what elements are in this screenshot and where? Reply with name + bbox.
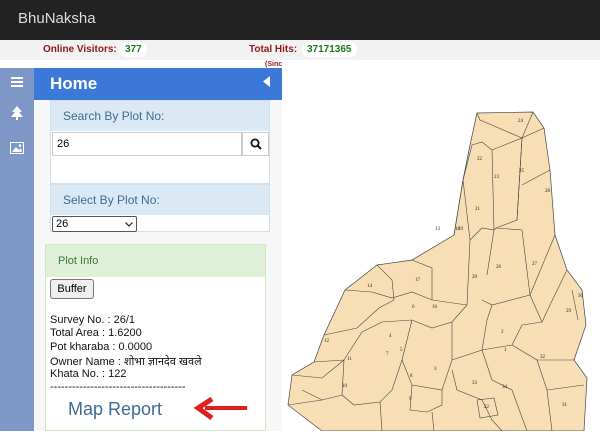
map-outline [287, 111, 588, 432]
plot-number-label[interactable]: 29 [566, 309, 572, 314]
plot-number-label[interactable]: 21 [475, 207, 481, 212]
plot-number-label[interactable]: 13 [435, 227, 441, 232]
pot-kharaba: Pot kharaba : 0.0000 [50, 341, 153, 353]
village-map-svg[interactable]: 2422232528211819202627131417166121178345… [282, 60, 600, 432]
buffer-button[interactable]: Buffer [50, 279, 94, 299]
online-visitors-label: Online Visitors: [43, 44, 117, 55]
plot-number-label[interactable]: 11 [347, 357, 352, 362]
plot-select-value: 26 [56, 218, 69, 230]
search-label: Search By Plot No: [51, 101, 269, 131]
total-area: Total Area : 1.6200 [50, 327, 142, 339]
plot-number-label[interactable]: 30 [578, 294, 584, 299]
select-label: Select By Plot No: [51, 185, 269, 215]
plot-number-label[interactable]: 31 [562, 403, 568, 408]
total-hits-count: 37171365 [302, 42, 357, 57]
tree-icon[interactable] [0, 104, 34, 126]
search-input[interactable]: 26 [52, 132, 242, 156]
online-visitors-count: 377 [120, 42, 147, 57]
plot-number-label[interactable]: 22 [477, 157, 483, 162]
plot-info-title: Plot Info [46, 245, 265, 277]
plot-number-label[interactable]: 24 [518, 119, 524, 124]
top-navbar: BhuNaksha [0, 0, 600, 40]
plot-number-label[interactable]: 32 [540, 355, 546, 360]
plot-number-label[interactable]: 25 [519, 169, 525, 174]
home-header: Home [34, 68, 282, 100]
plot-number-label[interactable]: 17 [415, 278, 421, 283]
search-button[interactable] [242, 132, 269, 156]
total-hits-label: Total Hits: [249, 44, 298, 55]
plot-number-label[interactable]: 26 [496, 265, 502, 270]
sidebar-rail [0, 68, 34, 431]
plot-number-label[interactable]: 10 [342, 384, 348, 389]
khata-number: Khata No. : 122 [50, 368, 127, 380]
chevron-down-icon [125, 217, 133, 231]
home-title[interactable]: Home [50, 74, 97, 94]
owner-name: Owner Name : शोभा ज्ञानदेव खवले [50, 356, 202, 368]
plot-number-label[interactable]: 27 [532, 262, 538, 267]
plot-number-label[interactable]: 14 [367, 284, 373, 289]
plot-number-label[interactable]: 20 [472, 275, 478, 280]
search-icon [250, 138, 262, 150]
map-report-link[interactable]: Map Report [68, 399, 162, 420]
plot-number-label[interactable]: 33 [472, 381, 478, 386]
image-icon[interactable] [0, 138, 34, 160]
red-arrow-icon [193, 397, 247, 421]
plot-number-label[interactable]: 12 [324, 339, 330, 344]
cadastral-map[interactable]: 24 22 23 25 28 21 18 19 20 26 27 13 14 17 16 6 12 11 7 8 3 4 5… [282, 60, 600, 432]
caret-left-icon[interactable] [263, 76, 270, 90]
menu-icon[interactable] [0, 72, 34, 94]
plot-number-label[interactable]: 22 [484, 405, 490, 410]
plot-select[interactable]: 26 [52, 216, 137, 232]
plot-number-label[interactable]: 23 [494, 175, 500, 180]
survey-number: Survey No. : 26/1 [50, 314, 135, 326]
brand-title[interactable]: BhuNaksha [18, 10, 96, 27]
plot-number-label[interactable]: 34 [502, 385, 508, 390]
plot-number-label[interactable]: 16 [432, 305, 438, 310]
plot-number-label[interactable]: 19 [458, 227, 464, 232]
stats-bar: Online Visitors: 377 Total Hits: 3717136… [0, 40, 600, 60]
divider-line: ------------------------------------- [50, 381, 186, 393]
plot-number-label[interactable]: 28 [545, 189, 551, 194]
